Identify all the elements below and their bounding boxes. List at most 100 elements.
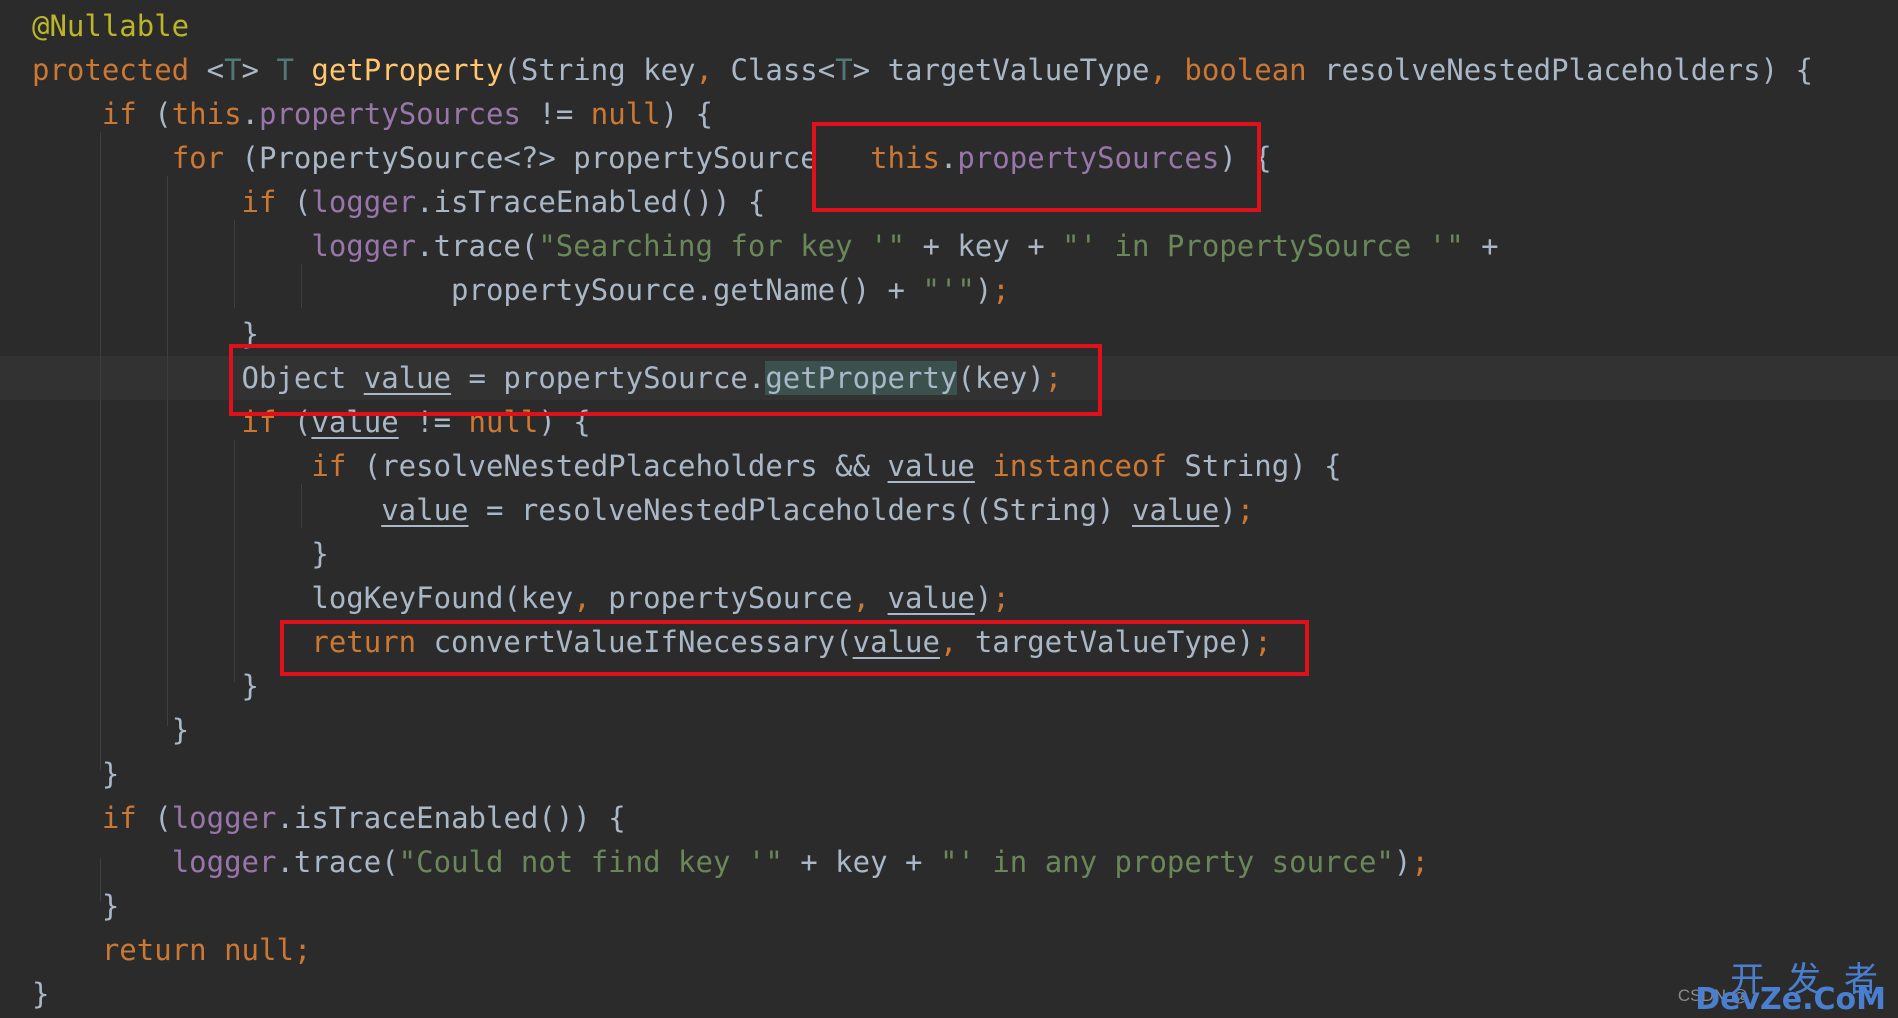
code-token: + [1481,229,1499,263]
code-token: ) [1393,845,1412,879]
code-token: . [241,97,260,131]
code-token: } [101,889,120,923]
code-token: ; [293,933,312,967]
code-token: ( [154,801,172,835]
watermark-site-en: DevZe.CoM [1695,982,1886,1017]
code-line[interactable]: if (logger.isTraceEnabled()) { [32,180,766,224]
code-token: Class< [730,53,836,87]
code-token: null [590,97,661,131]
code-token: value [1131,493,1220,527]
code-token: resolveNestedPlaceholders) { [1324,53,1813,87]
code-token: this [171,97,242,131]
code-line[interactable]: return null; [32,928,312,972]
code-token: if [241,185,294,219]
code-line[interactable]: } [32,312,259,356]
code-line[interactable]: } [32,532,329,576]
code-token: propertySources [259,97,539,131]
code-token: logKeyFound(key [311,581,574,615]
code-token: > [241,53,277,87]
code-token: if [311,449,364,483]
code-token: T [835,53,853,87]
code-line[interactable]: @Nullable [32,4,189,48]
code-token: < [206,53,225,87]
code-line[interactable]: value = resolveNestedPlaceholders((Strin… [32,488,1254,532]
code-line[interactable]: } [32,664,259,708]
code-line[interactable]: if (resolveNestedPlaceholders && value i… [32,444,1342,488]
code-token: logger [311,185,417,219]
code-token: instanceof [992,449,1185,483]
code-token: value [887,581,975,615]
code-token: ) [974,273,993,307]
code-token: propertySource.getName() + [451,273,923,307]
highlight-box-return-convert [280,620,1309,676]
code-token: ( [293,185,312,219]
code-token: } [32,977,50,1011]
code-token: .isTraceEnabled()) { [276,801,626,835]
code-token: "' in PropertySource '" [1062,229,1482,263]
code-line[interactable]: logger.trace("Could not find key '" + ke… [32,840,1429,884]
code-token: protected [32,53,207,87]
code-token: > targetValueType [852,53,1150,87]
code-token: null [224,933,294,967]
code-line[interactable]: } [32,972,49,1016]
code-token: ; [1236,493,1255,527]
code-token: "Searching for key '" [538,229,923,263]
code-line[interactable]: } [32,708,189,752]
code-token: ; [992,273,1010,307]
code-token: for [171,141,242,175]
code-line[interactable]: protected <T> T getProperty(String key, … [32,48,1813,92]
code-token: + key + [922,229,1063,263]
code-token: logger [311,229,417,263]
code-token: } [101,757,120,791]
code-token: value [887,449,975,483]
code-line[interactable]: } [32,752,119,796]
code-token: ) [974,581,993,615]
code-token: (resolveNestedPlaceholders && [363,449,888,483]
code-token: if [101,801,155,835]
code-line[interactable]: } [32,884,119,928]
code-line[interactable]: propertySource.getName() + "'"); [32,268,1010,312]
code-token: logger [171,801,277,835]
code-token: "'" [922,273,975,307]
code-token: , [573,581,609,615]
code-token: value [381,493,469,527]
code-token: .isTraceEnabled()) { [416,185,766,219]
code-token: T [276,53,312,87]
code-token: boolean [1184,53,1325,87]
code-line[interactable]: logger.trace("Searching for key '" + key… [32,224,1499,268]
code-token: String) { [1184,449,1342,483]
code-token: .trace( [416,229,539,263]
code-editor[interactable]: @Nullable protected <T> T getProperty(Str… [0,0,1898,1018]
code-token: "' in any property source" [939,845,1394,879]
code-line[interactable]: logKeyFound(key, propertySource, value); [32,576,1010,620]
code-token: "Could not find key '" [398,845,801,879]
code-line[interactable]: if (this.propertySources != null) { [32,92,713,136]
code-token: , [852,581,888,615]
code-token: (String key [503,53,696,87]
code-token: T [224,53,242,87]
code-line[interactable]: if (logger.isTraceEnabled()) { [32,796,626,840]
code-token: ) [1219,493,1237,527]
code-token: ( [154,97,172,131]
code-token: != [538,97,591,131]
code-token: } [311,537,329,571]
code-token: ) { [660,97,713,131]
code-token: getProperty [311,53,504,87]
code-token: ; [992,581,1010,615]
